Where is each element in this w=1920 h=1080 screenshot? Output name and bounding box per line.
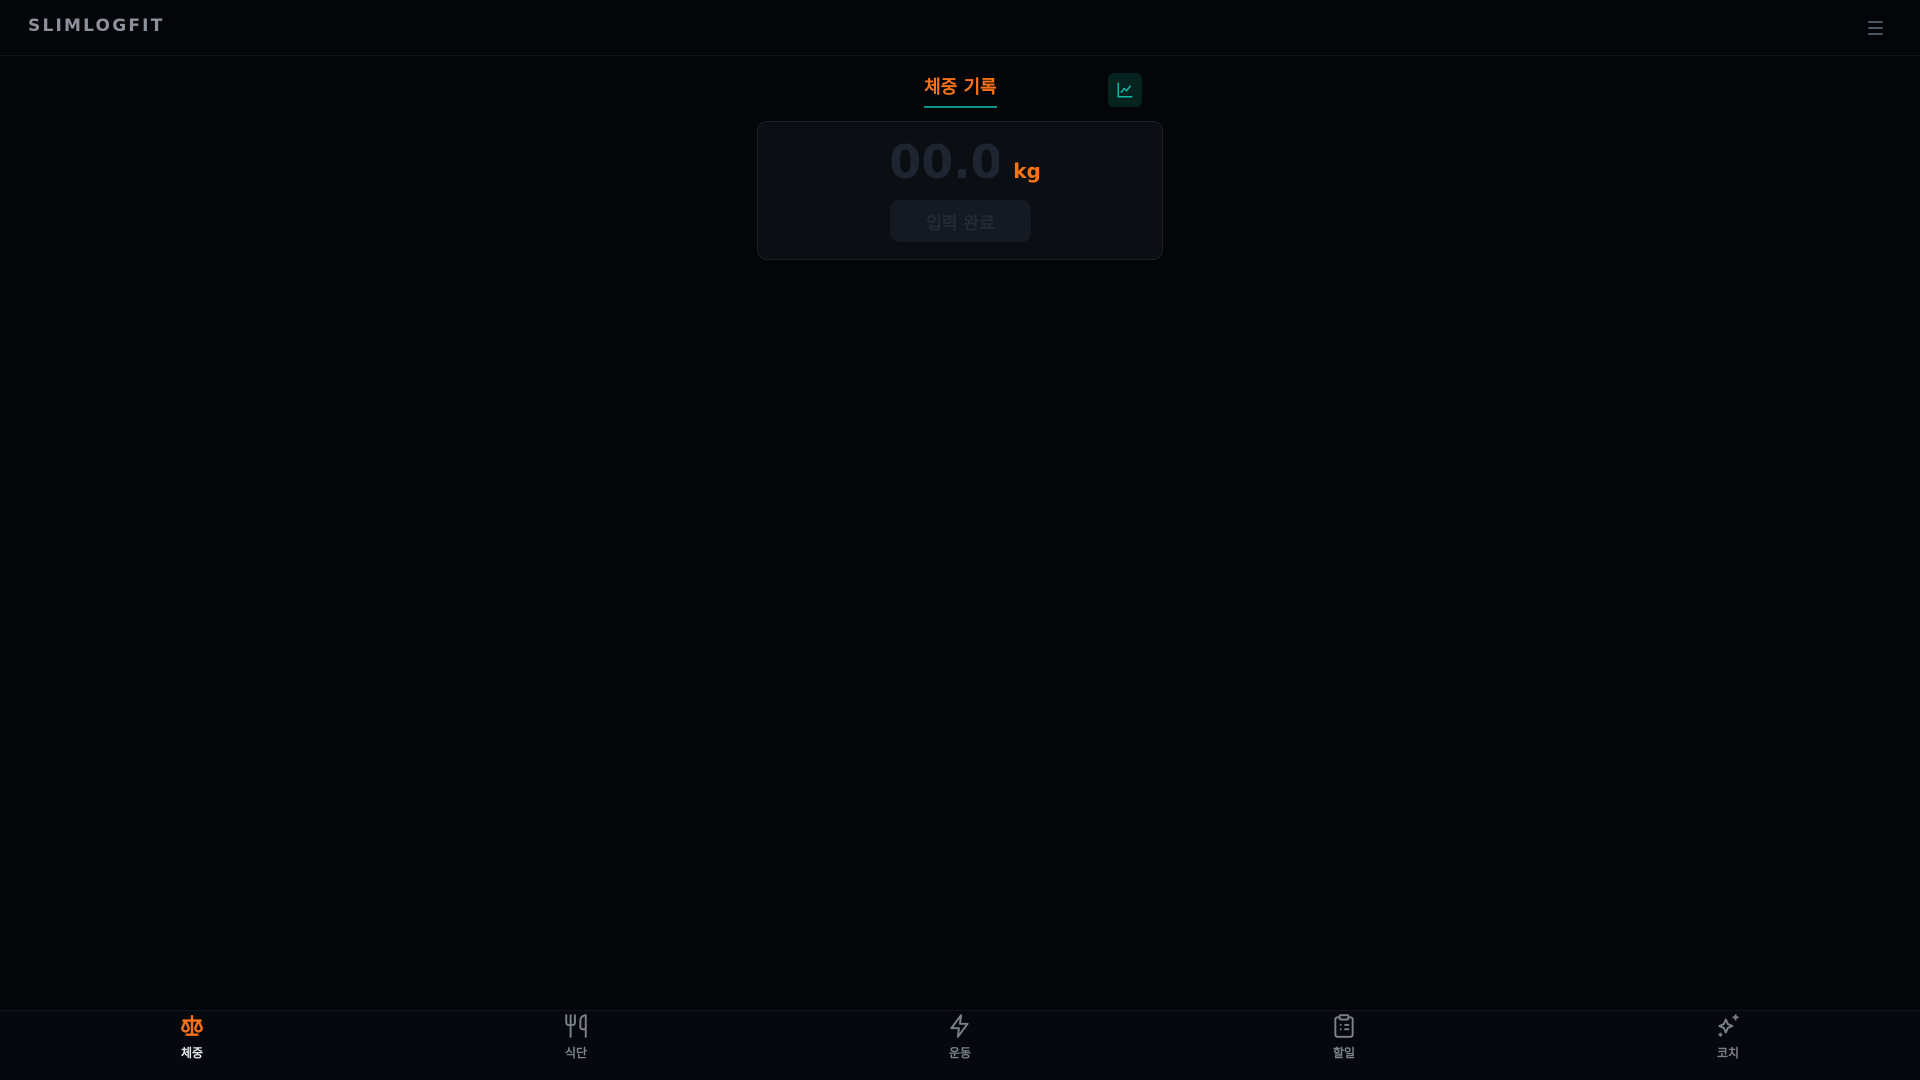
menu-button[interactable] [1862, 16, 1888, 40]
top-header: SLIMLOGFIT [0, 0, 1920, 56]
chart-button[interactable] [1108, 73, 1142, 107]
submit-button[interactable]: 입력 완료 [890, 200, 1031, 242]
nav-item-exercise[interactable]: 운동 [768, 1011, 1152, 1080]
nav-item-diet[interactable]: 식단 [384, 1011, 768, 1080]
nav-label-coach: 코치 [1716, 1046, 1740, 1060]
clipboard-icon [1334, 1014, 1354, 1038]
weight-unit: kg [1013, 159, 1041, 183]
weight-row: kg [758, 135, 1162, 189]
nav-item-weight[interactable]: 체중 [0, 1011, 384, 1080]
nav-item-coach[interactable]: 코치 [1536, 1011, 1920, 1080]
scale-icon [181, 1015, 203, 1036]
app-root: SLIMLOGFIT 체중 기록 kg 입력 완료 [0, 0, 1920, 1080]
bottom-nav: 체중 식단 운동 할일 코치 [0, 1010, 1920, 1080]
tab-weight-record[interactable]: 체중 기록 [924, 73, 997, 108]
brand-logo[interactable]: SLIMLOGFIT [28, 16, 164, 36]
menu-icon-line [1867, 27, 1883, 29]
lightning-icon [950, 1014, 969, 1038]
nav-label-todo: 할일 [1332, 1046, 1356, 1060]
nav-label-diet: 식단 [564, 1046, 588, 1060]
weight-input-card: kg 입력 완료 [757, 121, 1163, 260]
utensils-icon [565, 1014, 587, 1038]
menu-icon-line [1867, 33, 1883, 35]
nav-item-todo[interactable]: 할일 [1152, 1011, 1536, 1080]
line-chart-icon [1117, 82, 1133, 98]
sparkles-icon [1718, 1014, 1739, 1037]
menu-icon-line [1867, 21, 1883, 23]
weight-input[interactable] [889, 135, 1000, 189]
nav-label-exercise: 운동 [948, 1046, 972, 1060]
nav-label-weight: 체중 [180, 1046, 204, 1060]
